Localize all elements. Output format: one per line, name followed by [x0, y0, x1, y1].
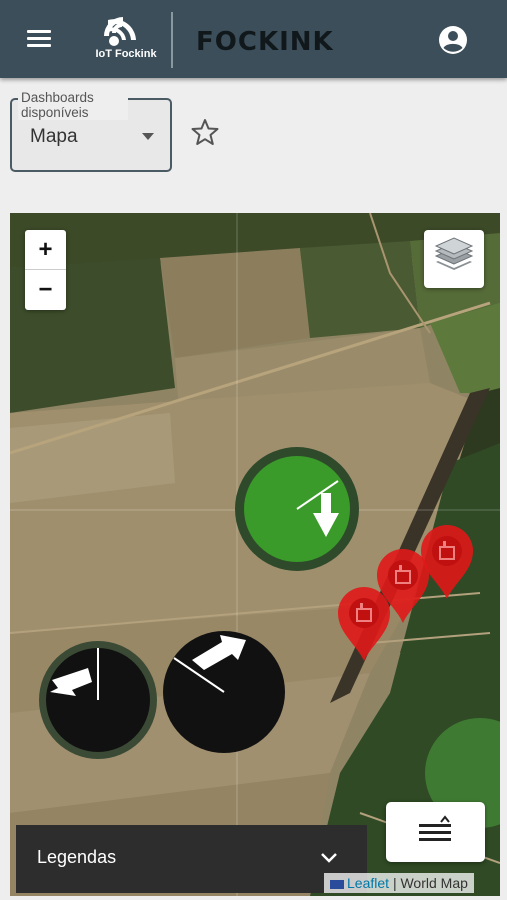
pivot-dark-left[interactable] [38, 640, 158, 760]
legend-label: Legendas [37, 847, 117, 867]
layers-button[interactable] [424, 230, 484, 288]
iot-fockink-logo: IoT Fockink [92, 14, 160, 64]
fockink-brand-logo: FOCKINK [196, 27, 334, 57]
filter-button[interactable] [386, 802, 485, 862]
leaflet-link[interactable]: Leaflet [347, 875, 389, 891]
attribution-separator: | [392, 875, 397, 891]
dashboard-select-value: Mapa [30, 126, 78, 147]
alert-marker-icon[interactable] [418, 523, 476, 601]
attribution-source: World Map [400, 875, 468, 891]
chevron-down-icon [321, 853, 337, 863]
star-outline-icon[interactable] [190, 117, 220, 147]
wifi-signal-icon [104, 17, 136, 46]
header-divider [171, 12, 173, 68]
dashboard-select-label: Dashboards disponíveis [18, 90, 128, 120]
pivot-dark-right[interactable] [162, 630, 286, 754]
zoom-control: + − [25, 230, 66, 310]
map-attribution: Leaflet | World Map [324, 873, 474, 893]
iot-logo-text: IoT Fockink [95, 48, 157, 60]
pivot-green[interactable] [233, 445, 361, 573]
zoom-in-button[interactable]: + [25, 230, 66, 270]
flag-icon [330, 879, 344, 889]
map-view[interactable]: + − Legendas Leaflet | World Map [10, 213, 500, 896]
sort-filter-icon [419, 815, 451, 841]
layers-icon [434, 237, 474, 270]
top-app-bar: IoT Fockink FOCKINK [0, 0, 507, 78]
zoom-out-button[interactable]: − [25, 270, 66, 310]
account-circle-icon[interactable] [436, 23, 470, 57]
dropdown-arrow-icon [142, 133, 154, 140]
legend-toggle[interactable]: Legendas [16, 825, 367, 893]
menu-icon[interactable] [20, 24, 58, 54]
